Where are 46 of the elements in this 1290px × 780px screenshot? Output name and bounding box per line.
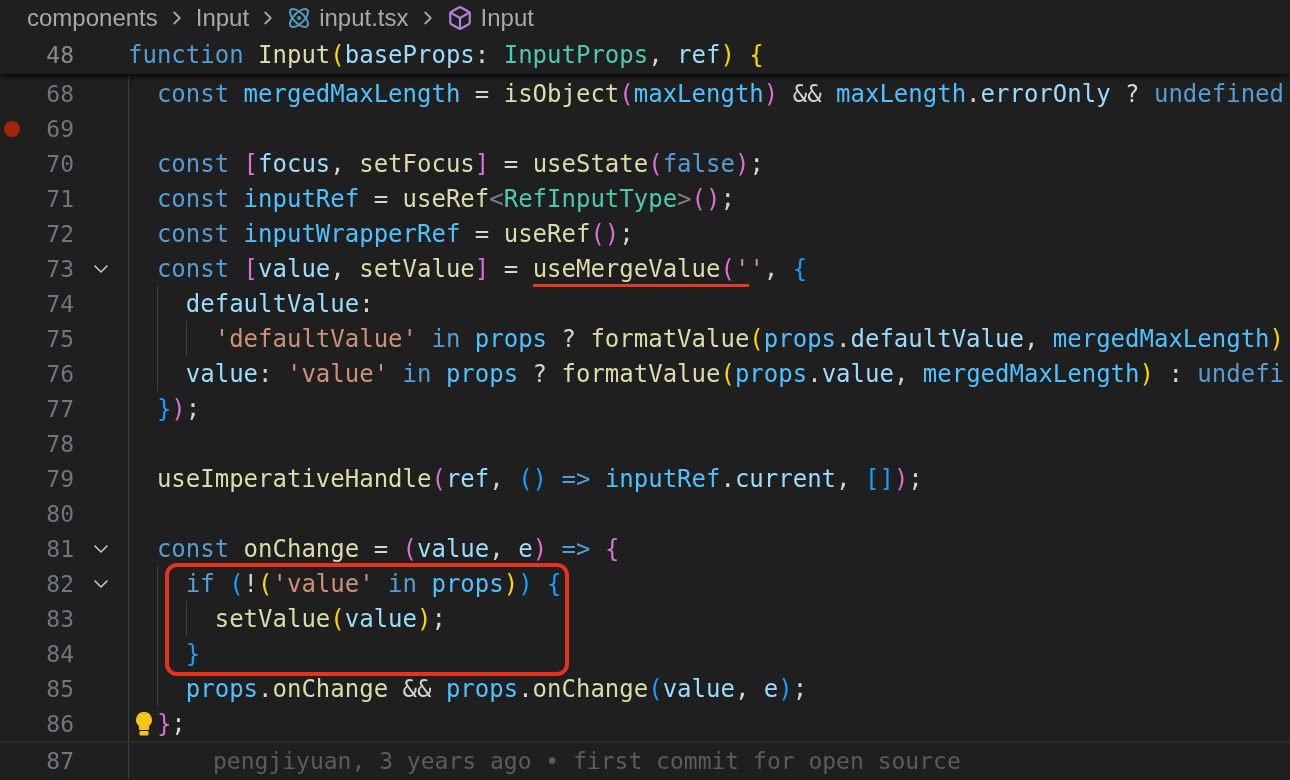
line-number: 72 bbox=[45, 220, 74, 247]
code-line: props.onChange && props.onChange(value, e); bbox=[185, 674, 808, 703]
line-number: 83 bbox=[45, 605, 74, 632]
code-line: const mergedMaxLength = isObject(maxLength) && maxLength.errorOnly ? undefined bbox=[156, 79, 1284, 108]
code-line: useImperativeHandle(ref, () => inputRef.current, []); bbox=[156, 464, 923, 493]
code-line: const [focus, setFocus] = useState(false); bbox=[156, 149, 764, 178]
breadcrumb-item[interactable]: Input bbox=[195, 4, 250, 32]
code-line: defaultValue: bbox=[185, 289, 374, 318]
code-line: if (!('value' in props)) { bbox=[185, 569, 562, 598]
line-number: 79 bbox=[45, 465, 74, 492]
line-number: 87 bbox=[45, 747, 74, 774]
code-line: const onChange = (value, e) => { bbox=[156, 534, 620, 563]
code-line: const inputWrapperRef = useRef(); bbox=[156, 219, 634, 248]
line-number: 84 bbox=[45, 640, 74, 667]
breadcrumb-item[interactable]: components bbox=[27, 4, 158, 32]
breadcrumb-item[interactable]: Input bbox=[480, 4, 534, 32]
code-line: setValue(value); bbox=[214, 604, 446, 633]
line-number: 80 bbox=[45, 500, 74, 527]
line-number: 77 bbox=[45, 395, 74, 422]
cube-icon bbox=[446, 5, 473, 31]
atom-icon bbox=[287, 6, 312, 30]
code-line: }); bbox=[156, 394, 201, 423]
code-line: 'defaultValue' in props ? formatValue(props.defaultValue, mergedMaxLength) bbox=[214, 324, 1284, 353]
line-number: 86 bbox=[45, 710, 74, 737]
git-blame-annotation: pengjiyuan, 3 years ago • first commit for open source bbox=[213, 747, 961, 774]
line-number: 85 bbox=[45, 675, 74, 702]
line-number: 82 bbox=[45, 570, 74, 597]
line-number: 71 bbox=[45, 185, 74, 212]
line-number: 73 bbox=[45, 255, 74, 282]
code-line: value: 'value' in props ? formatValue(props.value, mergedMaxLength) : undefi bbox=[185, 359, 1285, 388]
line-number: 68 bbox=[45, 80, 74, 107]
breakpoint-dot[interactable] bbox=[4, 120, 20, 137]
line-number: 76 bbox=[45, 360, 74, 387]
line-number: 75 bbox=[45, 325, 74, 352]
code-line: } bbox=[185, 639, 201, 668]
code-line: function Input(baseProps: InputProps, ref) { bbox=[128, 41, 764, 69]
line-number: 81 bbox=[45, 535, 74, 562]
line-number: 74 bbox=[45, 290, 74, 317]
line-number: 70 bbox=[45, 150, 74, 177]
line-number: 78 bbox=[45, 430, 74, 457]
lightbulb-icon[interactable] bbox=[134, 710, 154, 737]
code-line: }; bbox=[156, 709, 186, 738]
code-line: const inputRef = useRef<RefInputType>(); bbox=[156, 184, 735, 213]
line-number: 48 bbox=[45, 42, 74, 68]
breadcrumb-item[interactable]: input.tsx bbox=[319, 4, 409, 32]
line-number: 69 bbox=[45, 115, 74, 142]
